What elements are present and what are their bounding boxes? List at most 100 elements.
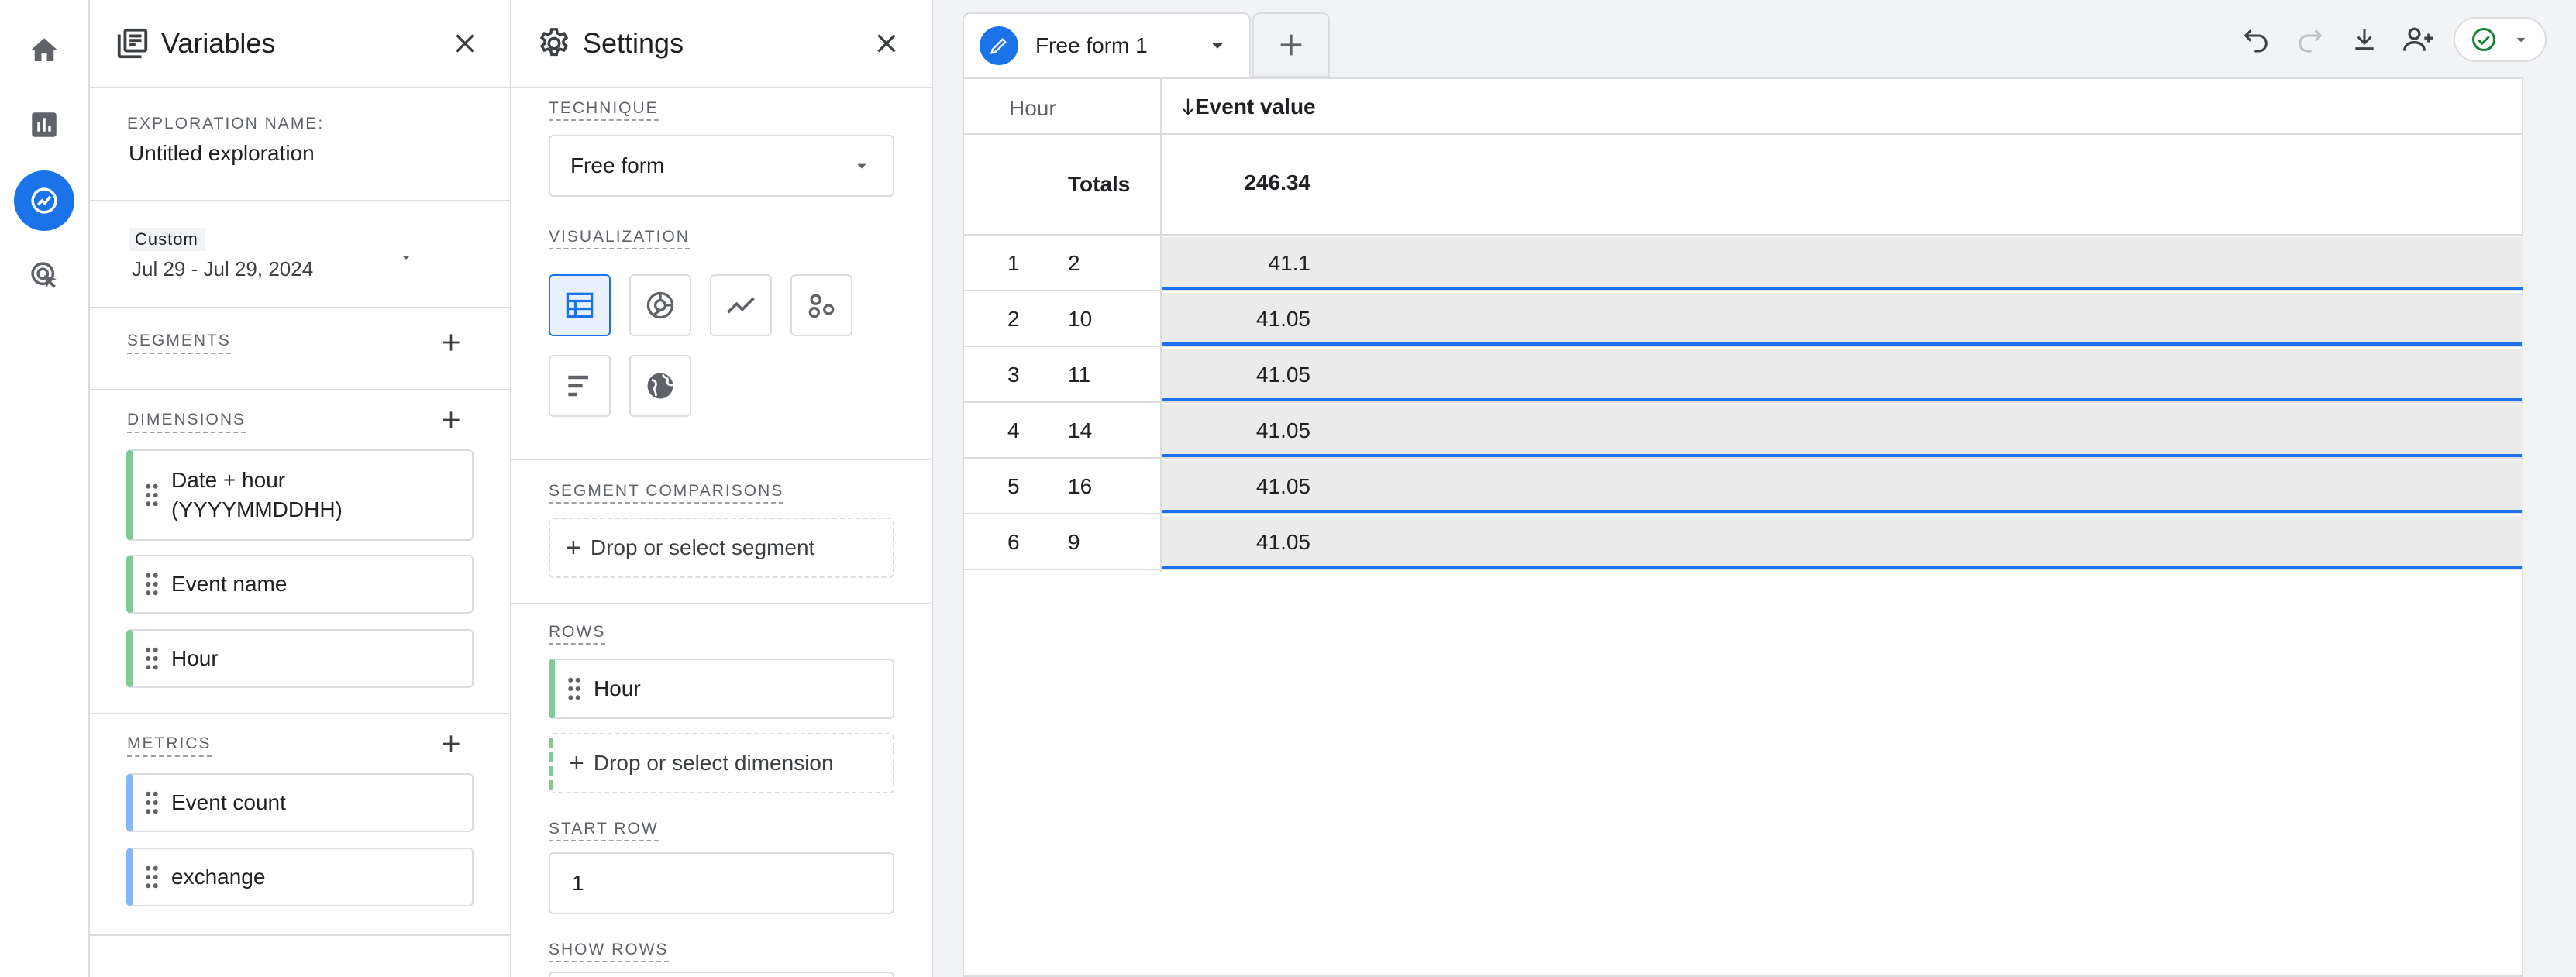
viz-bar-button[interactable] <box>549 355 611 417</box>
table-row[interactable]: 5 16 41.05 <box>964 459 2523 514</box>
table-row[interactable]: 2 10 41.05 <box>964 291 2523 347</box>
drag-handle-icon[interactable] <box>133 483 171 507</box>
column-header-metric[interactable]: Event value <box>1181 95 1316 119</box>
download-button[interactable] <box>2337 12 2392 67</box>
chevron-down-icon[interactable] <box>1206 34 1229 57</box>
metric-value-cell: 41.05 <box>1255 530 1310 554</box>
line-chart-icon <box>727 297 755 314</box>
edit-tab-button[interactable] <box>980 26 1018 65</box>
row-dimension-chip[interactable]: Hour <box>549 659 894 719</box>
close-icon <box>877 34 896 53</box>
chevron-down-icon <box>402 256 410 260</box>
table-header-row: Hour Event value <box>964 79 2523 135</box>
close-variables-button[interactable] <box>446 25 484 62</box>
value-bar <box>1162 510 2522 513</box>
tab-bar: Free form 1 <box>933 0 2576 77</box>
segment-drop-text: Drop or select segment <box>590 535 815 559</box>
drag-handle-icon[interactable] <box>133 647 171 670</box>
segment-drop-zone[interactable]: + Drop or select segment <box>549 518 894 578</box>
viz-donut-button[interactable] <box>629 274 691 336</box>
totals-value: 246.34 <box>1244 170 1310 194</box>
tab-free-form-1[interactable]: Free form 1 <box>963 12 1251 77</box>
variables-icon <box>117 28 148 59</box>
chevron-down-icon <box>2516 37 2525 43</box>
metric-cell-background <box>1162 349 2523 400</box>
metric-cell-background <box>1162 404 2523 456</box>
row-index: 1 <box>1007 251 1020 275</box>
table-row[interactable]: 1 2 41.1 <box>964 236 2523 291</box>
show-rows-label: SHOW ROWS <box>549 941 669 962</box>
metrics-label: METRICS <box>127 734 212 757</box>
reports-icon <box>32 112 57 137</box>
viz-scatter-button[interactable] <box>790 274 852 336</box>
exploration-name-input[interactable]: Untitled exploration <box>129 141 315 166</box>
drag-handle-icon[interactable] <box>555 677 594 700</box>
metrics-section: METRICS Event count exchange <box>90 714 510 936</box>
technique-select[interactable]: Free form <box>549 135 894 197</box>
canvas-toolbar <box>2229 12 2576 67</box>
metric-cell-background <box>1162 237 2523 288</box>
metric-value-cell: 41.05 <box>1255 418 1310 442</box>
advertising-nav-button[interactable] <box>14 245 74 305</box>
explore-nav-button[interactable] <box>14 170 74 231</box>
reports-nav-button[interactable] <box>14 95 74 155</box>
viz-line-button[interactable] <box>710 274 772 336</box>
date-range-picker[interactable]: Custom Jul 29 - Jul 29, 2024 <box>90 201 510 308</box>
dimension-chip[interactable]: Event name <box>126 555 474 614</box>
viz-table-button[interactable] <box>549 274 611 336</box>
pencil-icon <box>990 38 1007 54</box>
metric-chip[interactable]: exchange <box>126 848 474 906</box>
rows-label: ROWS <box>549 623 606 645</box>
variables-title: Variables <box>161 27 276 59</box>
hour-cell: 10 <box>1068 307 1093 331</box>
settings-divider <box>511 603 932 604</box>
dimension-chip[interactable]: Date + hour (YYYYMMDDHH) <box>126 449 474 541</box>
table-row[interactable]: 4 14 41.05 <box>964 403 2523 459</box>
settings-divider <box>511 459 932 460</box>
plus-icon: + <box>569 748 584 778</box>
close-settings-button[interactable] <box>868 25 905 62</box>
share-button[interactable] <box>2392 12 2446 67</box>
drag-handle-icon[interactable] <box>133 573 171 596</box>
column-header-hour[interactable]: Hour <box>1009 96 1056 121</box>
redo-button[interactable] <box>2283 12 2337 67</box>
download-icon <box>2355 29 2374 50</box>
bar-chart-icon <box>568 375 588 397</box>
redo-icon <box>2299 29 2323 53</box>
hour-cell: 9 <box>1068 530 1080 554</box>
dimensions-section: DIMENSIONS Date + hour (YYYYMMDDHH) Even… <box>90 390 510 714</box>
plus-icon <box>1280 34 1302 56</box>
show-rows-select[interactable] <box>549 972 894 977</box>
technique-value: Free form <box>570 153 665 177</box>
add-metric-button[interactable] <box>434 727 468 761</box>
person-add-icon <box>2403 27 2433 51</box>
table-row[interactable]: 3 11 41.05 <box>964 347 2523 403</box>
hour-cell: 16 <box>1068 474 1093 498</box>
free-form-table: Hour Event value Totals 246.34 1 2 41.1 2 10… <box>963 77 2523 977</box>
add-segment-button[interactable] <box>434 325 468 359</box>
totals-row: Totals 246.34 <box>964 135 2523 236</box>
nav-rail <box>0 0 88 977</box>
dimension-chip[interactable]: Hour <box>126 629 474 688</box>
metric-cell-background <box>1162 293 2523 344</box>
advertising-icon <box>31 262 57 288</box>
variables-panel: Variables EXPLORATION NAME: Untitled exp… <box>88 0 510 977</box>
home-nav-button[interactable] <box>14 20 74 81</box>
drag-handle-icon[interactable] <box>133 865 171 889</box>
gear-icon <box>539 28 569 57</box>
add-tab-button[interactable] <box>1252 12 1330 77</box>
add-dimension-button[interactable] <box>434 403 468 437</box>
metric-label: exchange <box>171 865 266 889</box>
drag-handle-icon[interactable] <box>133 791 171 814</box>
viz-geo-button[interactable] <box>629 355 691 417</box>
undo-button[interactable] <box>2229 12 2283 67</box>
technique-label: TECHNIQUE <box>549 99 659 121</box>
totals-label: Totals <box>1068 172 1131 196</box>
metric-chip[interactable]: Event count <box>126 773 474 832</box>
exploration-name-label: EXPLORATION NAME: <box>127 115 325 132</box>
start-row-input[interactable]: 1 <box>549 852 894 914</box>
value-bar <box>1162 398 2522 401</box>
dimension-drop-zone[interactable]: + Drop or select dimension <box>549 733 894 793</box>
table-row[interactable]: 6 9 41.05 <box>964 514 2523 570</box>
status-menu-button[interactable] <box>2454 17 2547 62</box>
